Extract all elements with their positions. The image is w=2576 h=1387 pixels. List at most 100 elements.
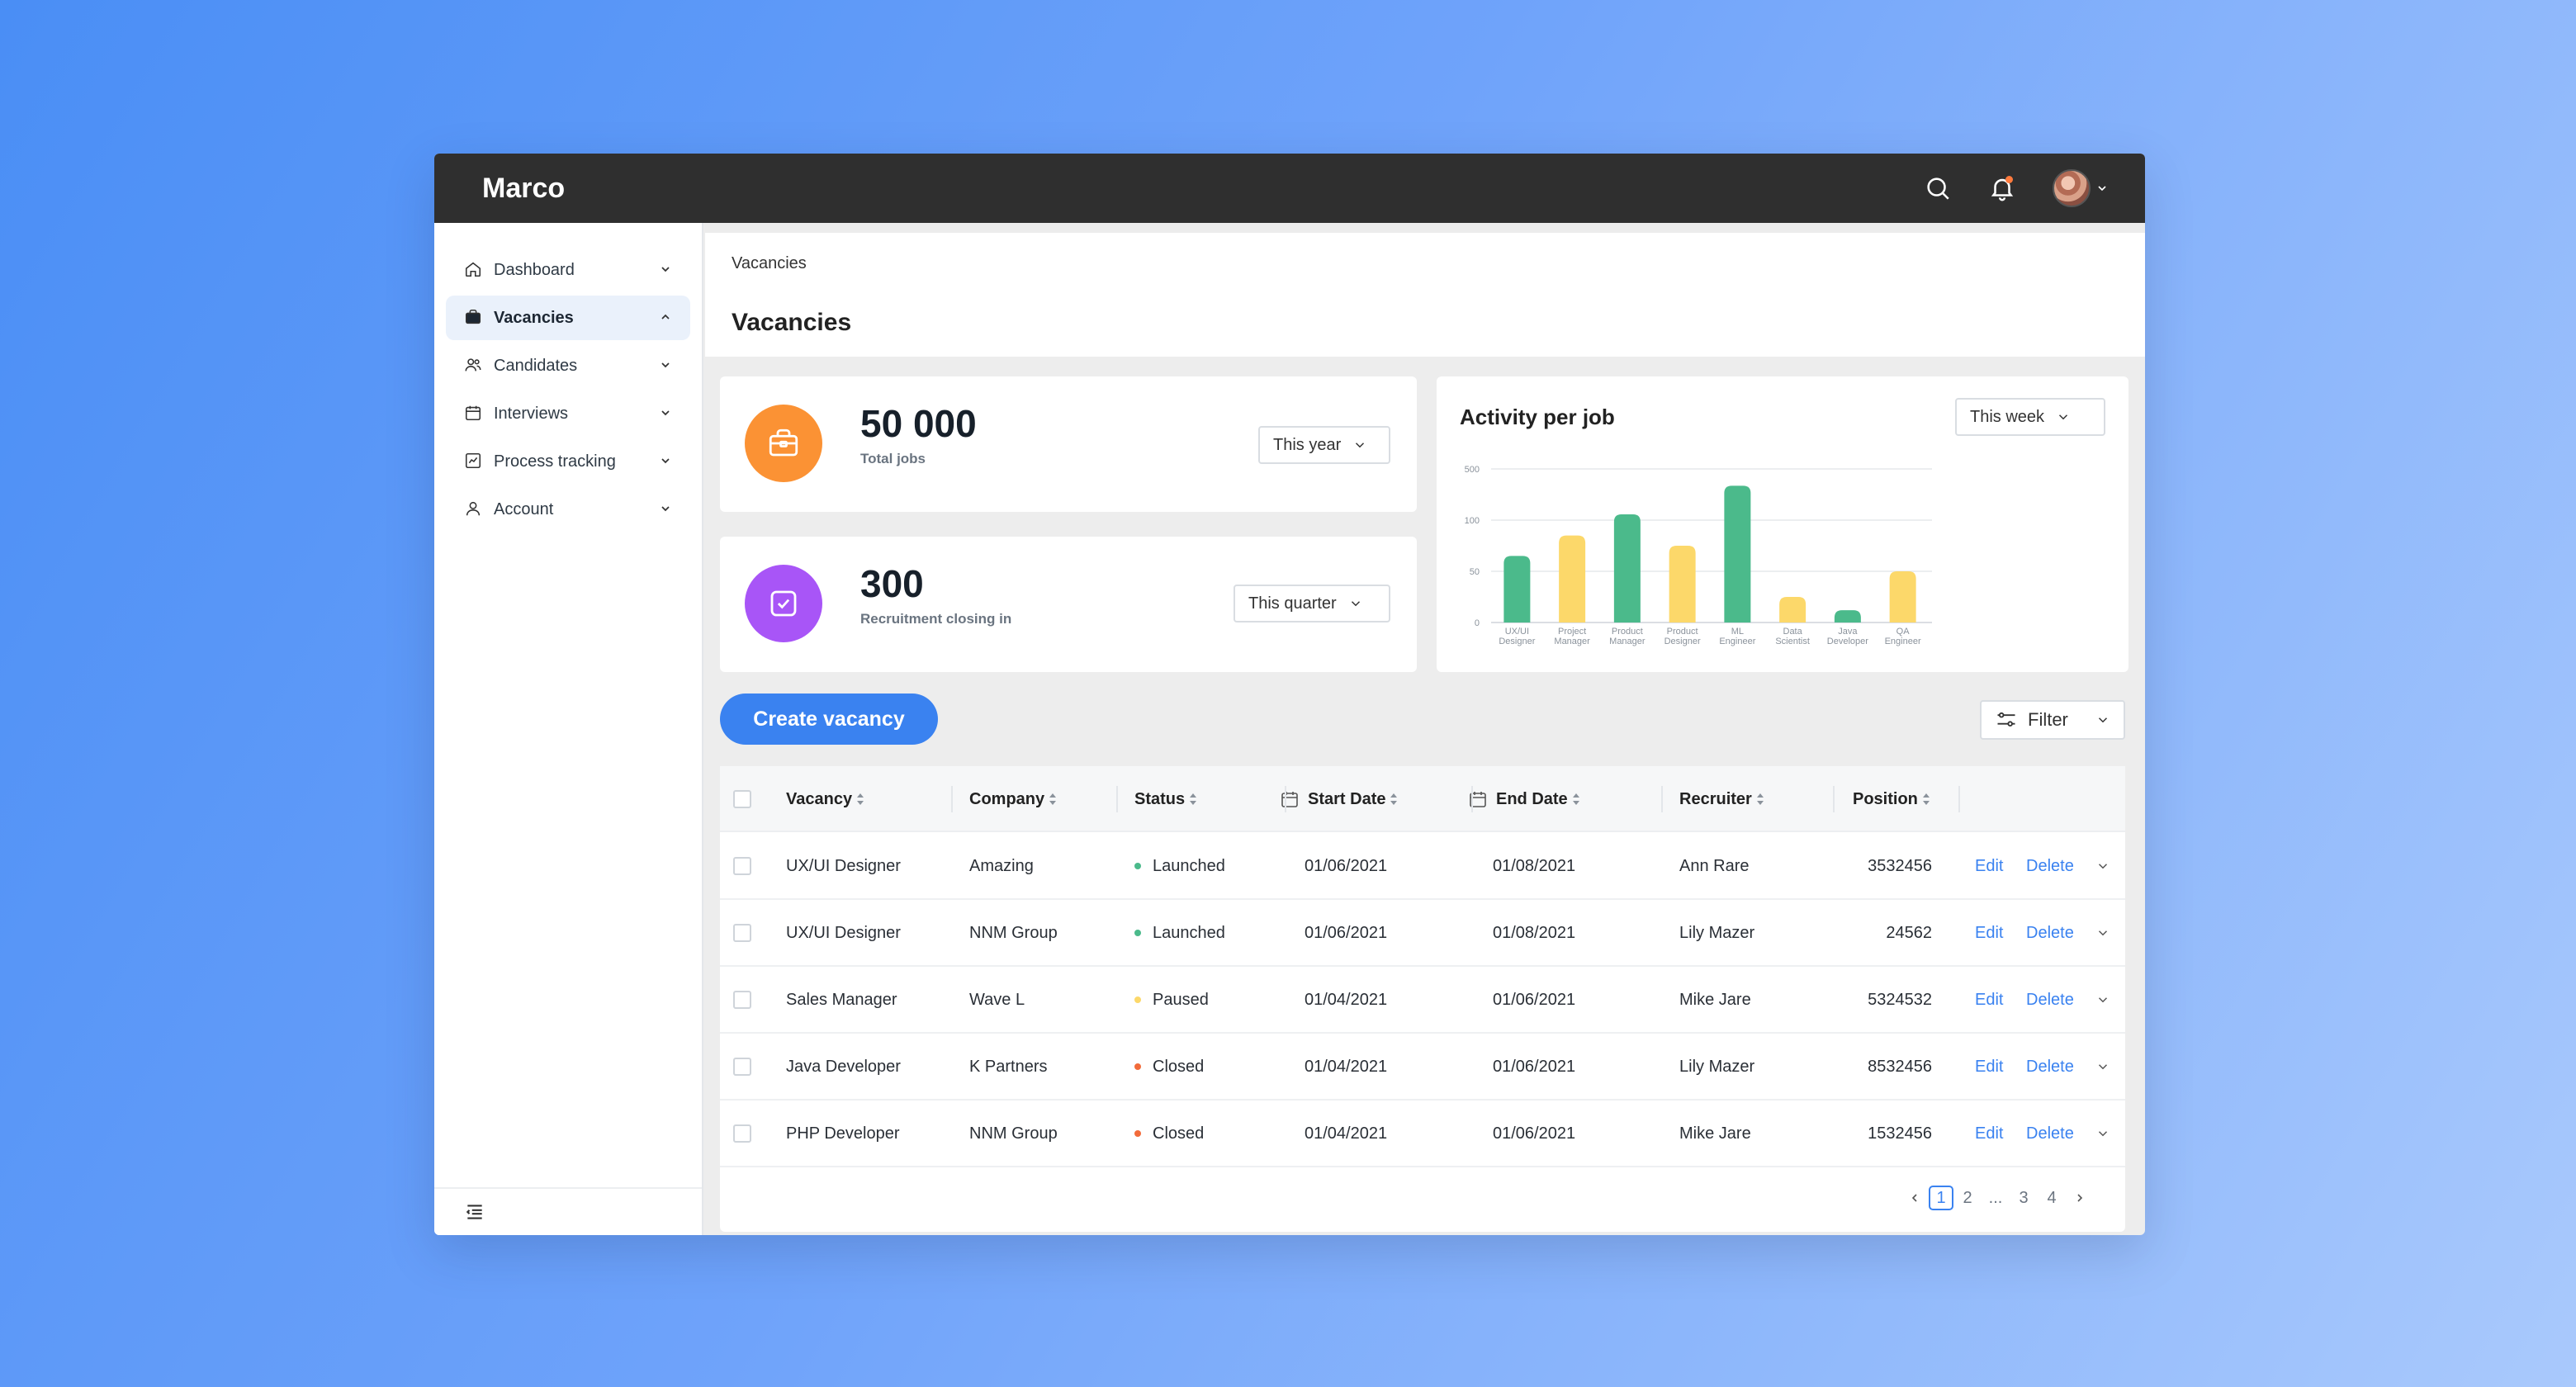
expand-row-icon[interactable] xyxy=(2095,833,2110,899)
chart-bar[interactable] xyxy=(1669,546,1696,622)
sidebar-item-candidates[interactable]: Candidates xyxy=(446,343,690,388)
column-header-status[interactable]: Status xyxy=(1134,766,1198,832)
chevron-right-icon[interactable] xyxy=(2066,1184,2094,1212)
row-checkbox[interactable] xyxy=(733,991,751,1009)
row-checkbox[interactable] xyxy=(733,1124,751,1143)
column-divider xyxy=(1116,786,1118,812)
page-button[interactable]: 1 xyxy=(1929,1186,1953,1210)
x-tick-label: Engineer xyxy=(1719,637,1755,646)
edit-link[interactable]: Edit xyxy=(1975,900,2003,966)
brand-logo[interactable]: Marco xyxy=(482,173,565,205)
expand-row-icon[interactable] xyxy=(2095,967,2110,1033)
x-tick-label: ML xyxy=(1731,627,1744,637)
cell-start: 01/04/2021 xyxy=(1305,1057,1388,1076)
column-header-label: Vacancy xyxy=(786,789,853,808)
column-header-company[interactable]: Company xyxy=(969,766,1058,832)
table-row[interactable]: UX/UI Designer NNM Group Launched 01/06/202… xyxy=(720,900,2125,967)
sidebar-item-process-tracking[interactable]: Process tracking xyxy=(446,439,690,484)
chart-bar[interactable] xyxy=(1503,556,1531,622)
column-header-vacancy[interactable]: Vacancy xyxy=(786,766,865,832)
page-button[interactable]: 3 xyxy=(2010,1184,2038,1212)
sidebar-item-vacancies[interactable]: Vacancies xyxy=(446,296,690,340)
delete-link[interactable]: Delete xyxy=(2026,967,2074,1033)
row-checkbox[interactable] xyxy=(733,1058,751,1076)
breadcrumb[interactable]: Vacancies xyxy=(732,254,807,273)
column-header-end-date[interactable]: End Date xyxy=(1468,766,1581,832)
pagination-ellipsis: ... xyxy=(1988,1188,2003,1207)
chevron-down-icon[interactable] xyxy=(659,454,674,469)
sidebar-item-account[interactable]: Account xyxy=(446,487,690,532)
edit-link[interactable]: Edit xyxy=(1975,1101,2003,1167)
menu-collapse-icon[interactable] xyxy=(464,1201,485,1223)
status-dot xyxy=(1134,930,1141,936)
delete-link[interactable]: Delete xyxy=(2026,1101,2074,1167)
row-checkbox[interactable] xyxy=(733,924,751,942)
cell-end: 01/06/2021 xyxy=(1493,1057,1576,1076)
filter-button[interactable]: Filter xyxy=(1980,700,2125,740)
delete-link[interactable]: Delete xyxy=(2026,900,2074,966)
sidebar-item-interviews[interactable]: Interviews xyxy=(446,391,690,436)
user-menu[interactable] xyxy=(2053,169,2109,207)
chevron-up-icon[interactable] xyxy=(659,310,674,325)
expand-row-icon[interactable] xyxy=(2095,1034,2110,1100)
column-header-label: Start Date xyxy=(1308,789,1386,808)
edit-link[interactable]: Edit xyxy=(1975,967,2003,1033)
table-row[interactable]: Sales Manager Wave L Paused 01/04/2021 01/06… xyxy=(720,967,2125,1034)
cell-company: NNM Group xyxy=(969,923,1058,942)
edit-link[interactable]: Edit xyxy=(1975,1034,2003,1100)
calendar-icon xyxy=(464,404,484,424)
chevron-down-icon[interactable] xyxy=(659,263,674,277)
table-row[interactable]: Java Developer K Partners Closed 01/04/2021… xyxy=(720,1034,2125,1101)
sort-icon[interactable] xyxy=(1571,792,1581,807)
chart-bar[interactable] xyxy=(1889,571,1916,622)
period-select[interactable]: This year xyxy=(1258,426,1390,464)
create-vacancy-button[interactable]: Create vacancy xyxy=(720,694,938,745)
cell-vacancy: Java Developer xyxy=(786,1057,901,1076)
period-select[interactable]: This quarter xyxy=(1234,585,1390,622)
y-tick-label: 100 xyxy=(1465,516,1480,526)
delete-link[interactable]: Delete xyxy=(2026,1034,2074,1100)
column-header-label: End Date xyxy=(1496,789,1568,808)
chevron-down-icon[interactable] xyxy=(659,358,674,373)
page-button[interactable]: 2 xyxy=(1953,1184,1982,1212)
sort-icon[interactable] xyxy=(1048,792,1058,807)
home-icon xyxy=(464,260,484,280)
chart-bar[interactable] xyxy=(1724,485,1751,622)
delete-link[interactable]: Delete xyxy=(2026,833,2074,899)
chevron-left-icon[interactable] xyxy=(1901,1184,1929,1212)
bell-icon[interactable] xyxy=(1988,174,2016,202)
chevron-down-icon[interactable] xyxy=(659,406,674,421)
chevron-down-icon xyxy=(2098,717,2108,723)
edit-link[interactable]: Edit xyxy=(1975,833,2003,899)
y-tick-label: 50 xyxy=(1470,567,1480,577)
notification-dot xyxy=(2005,176,2013,183)
sort-icon[interactable] xyxy=(1188,792,1198,807)
table-row[interactable]: PHP Developer NNM Group Closed 01/04/2021 01… xyxy=(720,1101,2125,1167)
column-header-position[interactable]: Position xyxy=(1853,766,1931,832)
chart-bar[interactable] xyxy=(1834,610,1861,622)
column-header-recruiter[interactable]: Recruiter xyxy=(1679,766,1765,832)
column-header-start-date[interactable]: Start Date xyxy=(1280,766,1399,832)
chevron-down-icon[interactable] xyxy=(659,502,674,517)
select-all-checkbox[interactable] xyxy=(733,790,751,808)
sort-icon[interactable] xyxy=(1921,792,1931,807)
table-row[interactable]: UX/UI Designer Amazing Launched 01/06/2021 0… xyxy=(720,833,2125,900)
search-icon[interactable] xyxy=(1924,174,1952,202)
sort-icon[interactable] xyxy=(855,792,865,807)
sort-icon[interactable] xyxy=(1389,792,1399,807)
row-checkbox[interactable] xyxy=(733,857,751,875)
cell-vacancy: UX/UI Designer xyxy=(786,923,901,942)
chart-bar[interactable] xyxy=(1613,514,1641,622)
chart-bar[interactable] xyxy=(1559,535,1586,622)
stat-card-recruitment-closing: 300 Recruitment closing in This quarter xyxy=(720,537,1417,672)
page-button[interactable]: 4 xyxy=(2038,1184,2066,1212)
x-tick-label: Java xyxy=(1838,627,1858,637)
avatar[interactable] xyxy=(2053,169,2091,207)
expand-row-icon[interactable] xyxy=(2095,1101,2110,1167)
chart-bar[interactable] xyxy=(1779,597,1807,622)
expand-row-icon[interactable] xyxy=(2095,900,2110,966)
sort-icon[interactable] xyxy=(1755,792,1765,807)
sidebar-item-dashboard[interactable]: Dashboard xyxy=(446,248,690,292)
bar-chart: 050100500UX/UIDesignerProjectManagerProd… xyxy=(1465,465,1932,646)
x-tick-label: Project xyxy=(1558,627,1586,637)
